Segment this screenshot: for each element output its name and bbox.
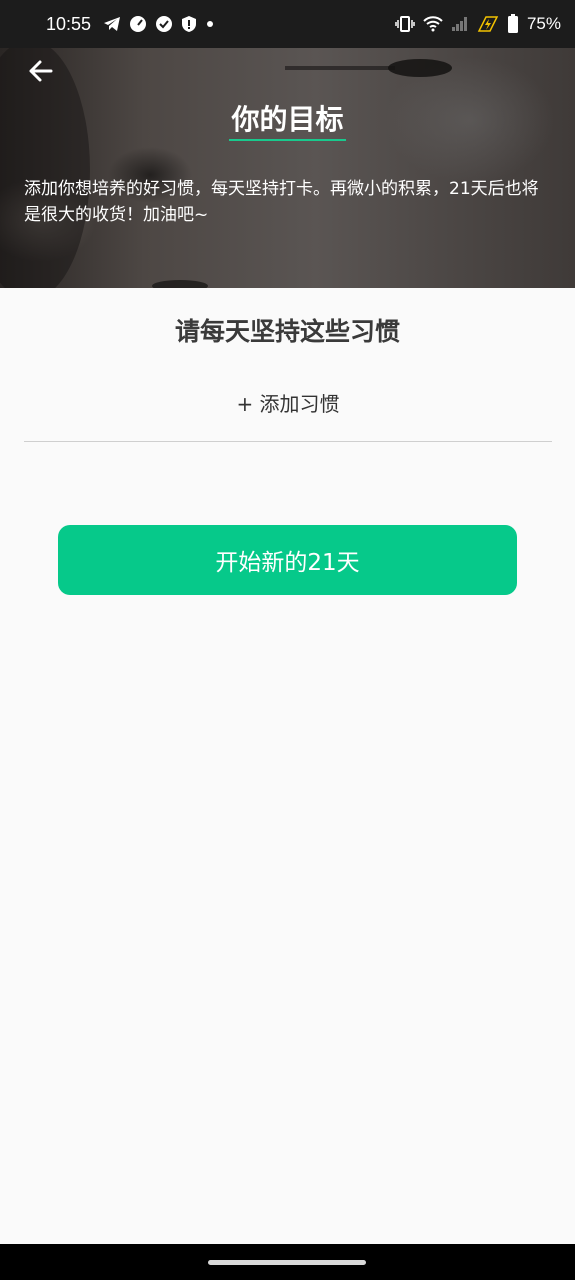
arrow-left-icon xyxy=(29,60,53,82)
speedometer-icon xyxy=(130,16,147,32)
header-description: 添加你想培养的好习惯，每天坚持打卡。再微小的积累，21天后也将是很大的收货！加油… xyxy=(24,179,539,225)
status-icons-right: 75% xyxy=(395,14,561,34)
check-circle-icon xyxy=(156,16,173,32)
start-21-days-button[interactable]: 开始新的21天 xyxy=(58,525,517,595)
signal-icon xyxy=(451,17,467,31)
telegram-icon xyxy=(104,17,121,31)
home-indicator[interactable] xyxy=(208,1260,366,1265)
add-habit-button[interactable]: + 添加习惯 xyxy=(24,388,552,430)
charging-icon xyxy=(477,16,499,32)
shield-alert-icon xyxy=(182,16,197,32)
back-button[interactable] xyxy=(24,54,58,88)
battery-icon xyxy=(507,14,518,33)
section-title: 请每天坚持这些习惯 xyxy=(174,317,400,346)
status-icons-left xyxy=(103,15,215,33)
status-bar: 10:55 75% xyxy=(0,0,575,48)
status-time: 10:55 xyxy=(46,13,92,34)
dart-image xyxy=(285,59,452,77)
wifi-icon xyxy=(423,16,443,32)
divider xyxy=(24,441,552,442)
start-button-label: 开始新的21天 xyxy=(215,550,360,576)
system-nav-bar xyxy=(0,1244,575,1280)
vibrate-icon xyxy=(395,16,415,32)
dot-icon xyxy=(207,21,214,27)
title-underline xyxy=(229,139,346,141)
battery-percent: 75% xyxy=(526,14,561,33)
page-title: 你的目标 xyxy=(231,103,344,136)
dart-image-2 xyxy=(152,280,208,288)
